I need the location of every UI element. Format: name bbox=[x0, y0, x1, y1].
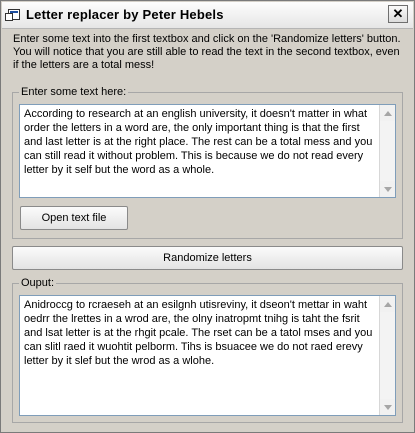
scroll-up-icon bbox=[383, 301, 392, 307]
input-scrollbar[interactable] bbox=[379, 105, 395, 197]
scroll-down-icon bbox=[383, 404, 392, 410]
input-textbox[interactable]: According to research at an english univ… bbox=[19, 104, 396, 198]
scroll-up-button[interactable] bbox=[380, 296, 395, 312]
output-group-label: Ouput: bbox=[19, 277, 57, 289]
intro-text: Enter some text into the first textbox a… bbox=[13, 33, 401, 71]
output-text: Anidroccg to rcraeseh at an esilgnh utis… bbox=[24, 299, 373, 367]
output-textbox[interactable]: Anidroccg to rcraeseh at an esilgnh utis… bbox=[19, 295, 396, 416]
close-button[interactable]: ✕ bbox=[388, 5, 408, 23]
scroll-up-button[interactable] bbox=[380, 105, 395, 121]
input-group-label: Enter some text here: bbox=[19, 86, 129, 98]
input-text: According to research at an english univ… bbox=[24, 108, 373, 176]
scroll-down-button[interactable] bbox=[380, 181, 395, 197]
app-window: Letter replacer by Peter Hebels ✕ Enter … bbox=[0, 0, 415, 433]
scroll-up-icon bbox=[383, 110, 392, 116]
open-text-file-button[interactable]: Open text file bbox=[20, 206, 128, 230]
app-window-icon bbox=[5, 9, 20, 21]
window-title: Letter replacer by Peter Hebels bbox=[26, 7, 224, 22]
input-group: Enter some text here: According to resea… bbox=[12, 86, 403, 239]
output-group: Ouput: Anidroccg to rcraeseh at an esilg… bbox=[12, 277, 403, 423]
randomize-letters-button[interactable]: Randomize letters bbox=[12, 246, 403, 270]
output-scrollbar[interactable] bbox=[379, 296, 395, 415]
title-bar[interactable]: Letter replacer by Peter Hebels ✕ bbox=[2, 2, 413, 29]
scroll-down-icon bbox=[383, 186, 392, 192]
scroll-down-button[interactable] bbox=[380, 399, 395, 415]
